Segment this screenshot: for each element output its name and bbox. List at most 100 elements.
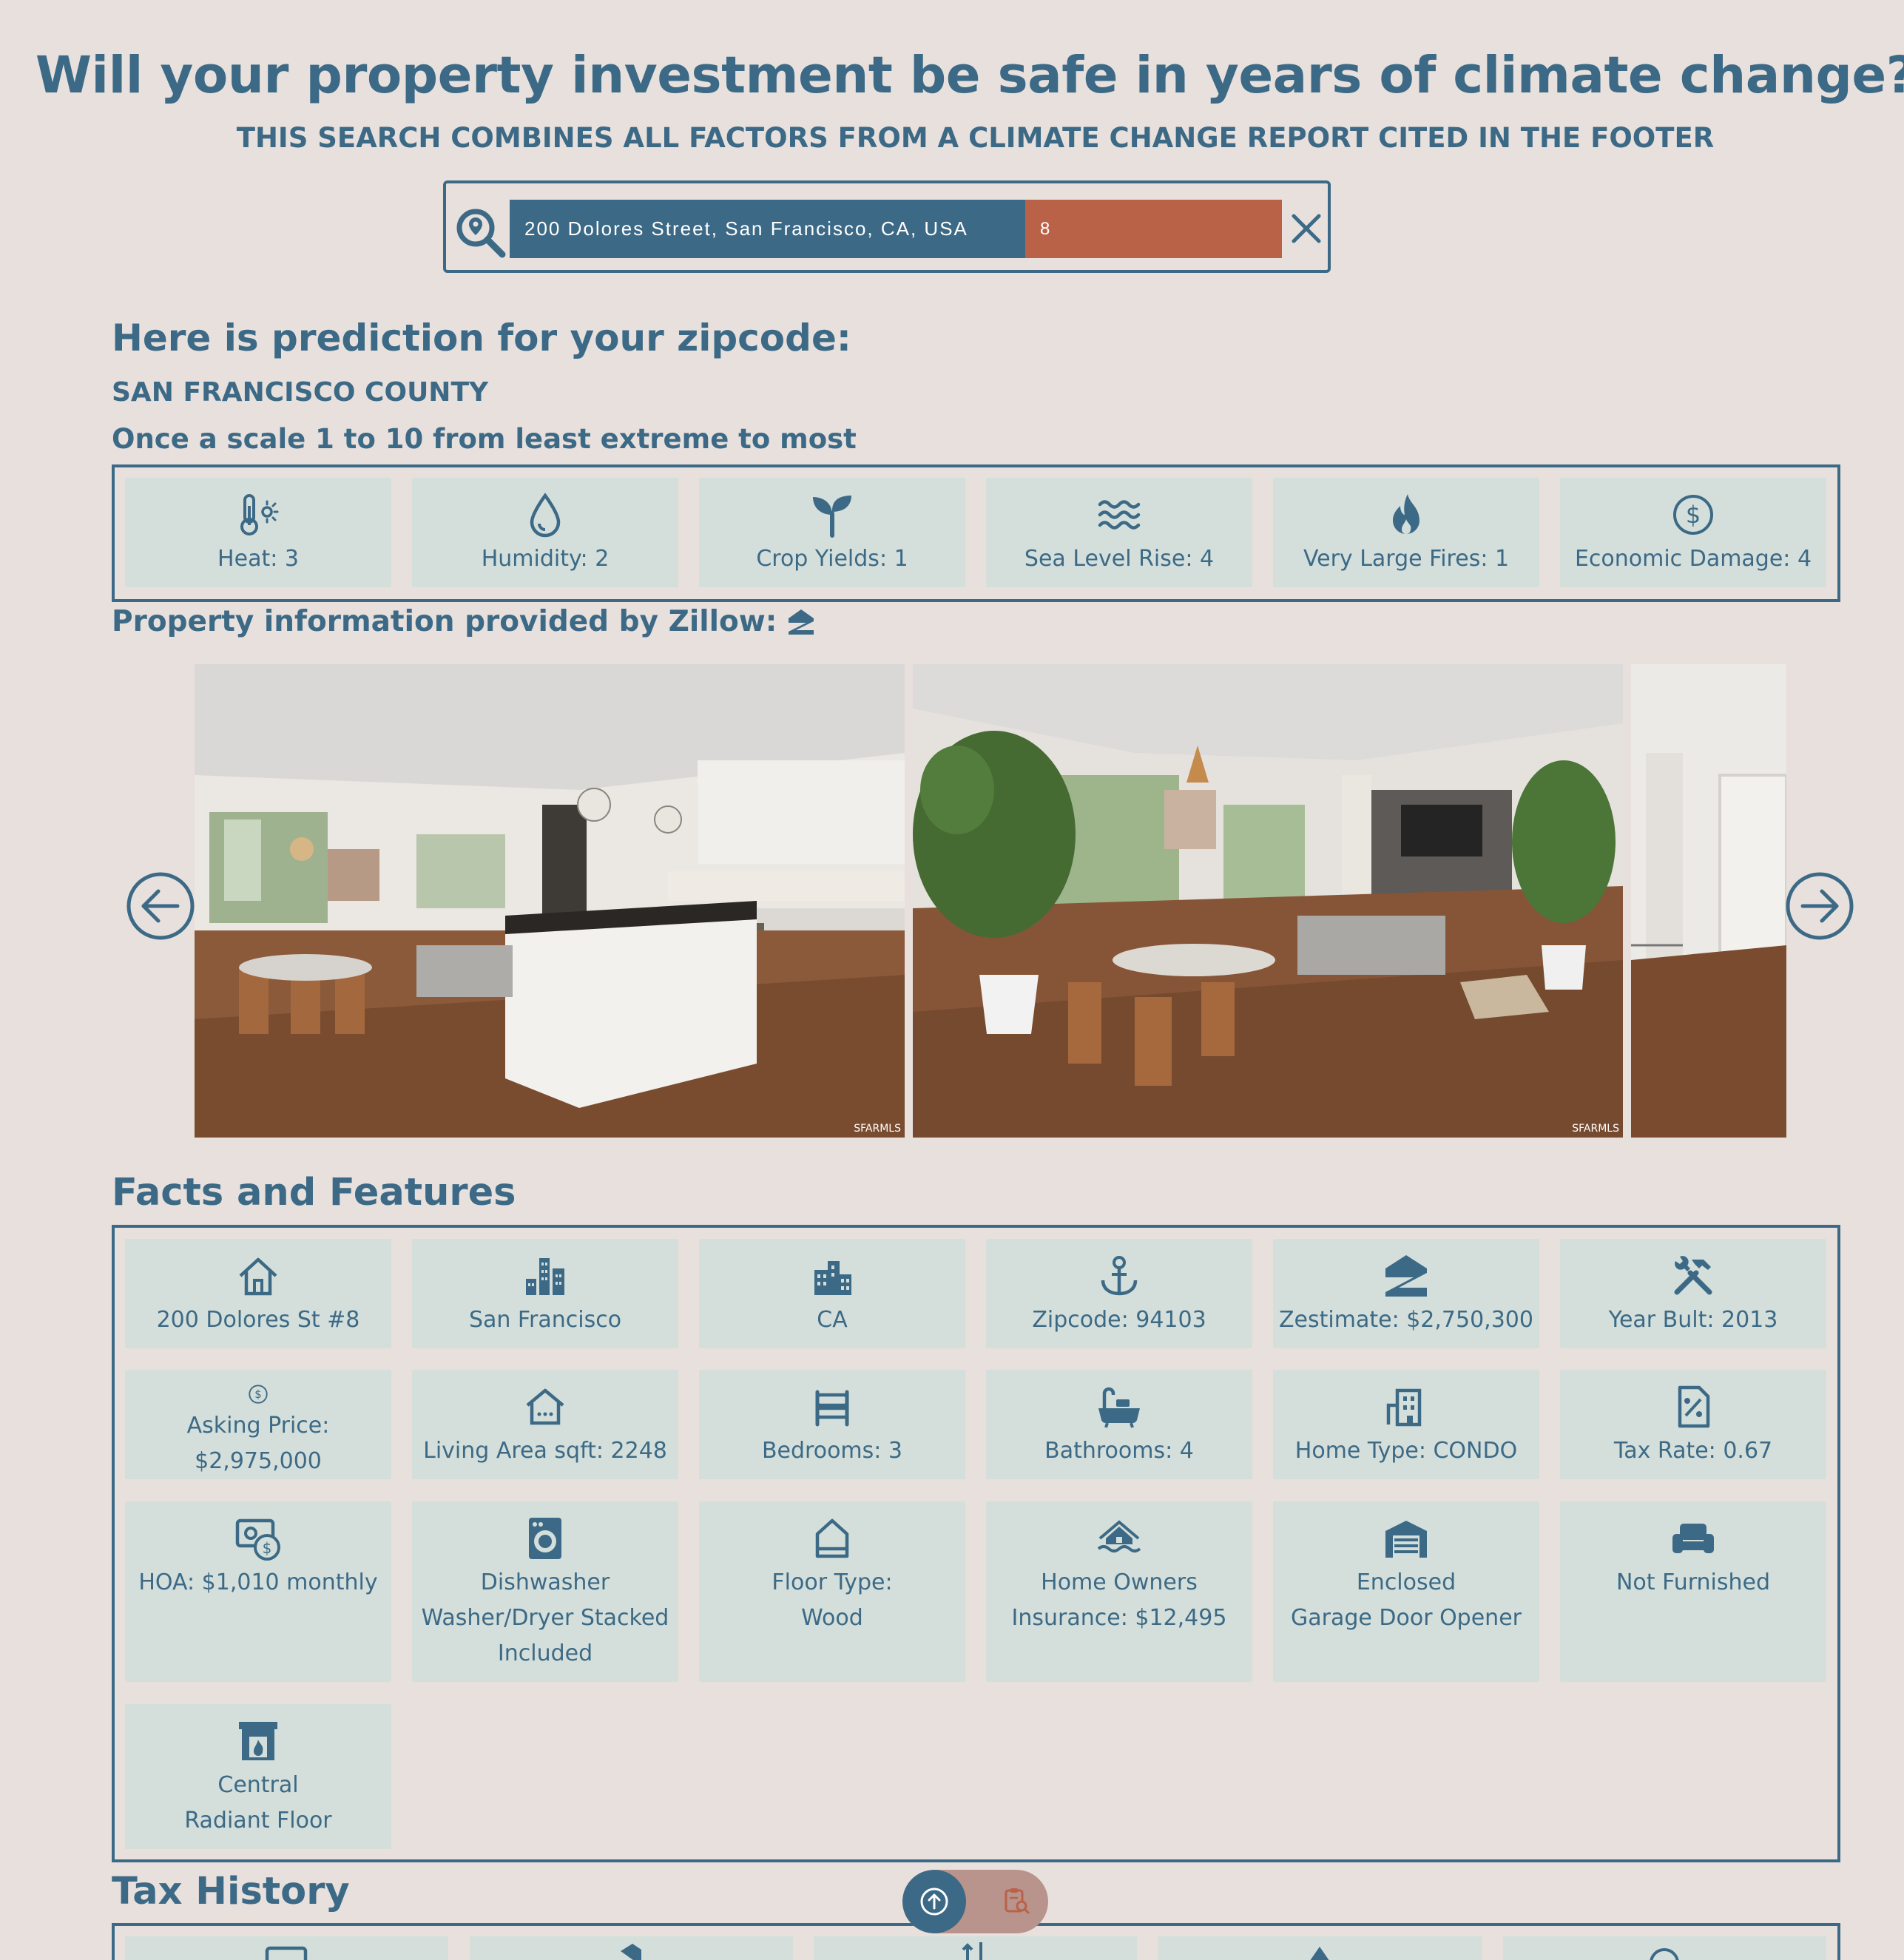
search-bar: 200 Dolores Street, San Francisco, CA, U…	[443, 180, 1331, 273]
clipboard-search-icon[interactable]	[1002, 1886, 1031, 1916]
waves-icon	[1098, 500, 1141, 530]
fact-heating: Central Radiant Floor	[125, 1704, 391, 1849]
couch-icon	[1672, 1524, 1714, 1553]
floating-action-pill	[902, 1870, 1048, 1933]
tax-history-heading: Tax History	[112, 1870, 350, 1913]
house-icon	[239, 1257, 277, 1296]
home-outline-icon	[526, 1388, 564, 1425]
factor-label: Crop Yields: 1	[756, 546, 908, 572]
fact-address: 200 Dolores St #8	[125, 1239, 391, 1348]
tax-tile	[1158, 1936, 1482, 1960]
fact-appliances: Dishwasher Washer/Dryer Stacked Included	[412, 1501, 678, 1682]
fireplace-icon	[239, 1722, 277, 1760]
factor-heat: Heat: 3	[125, 478, 391, 587]
tools-icon	[1674, 1256, 1712, 1295]
svg-text:$: $	[263, 1539, 272, 1557]
fact-label: Not Furnished	[1616, 1569, 1771, 1595]
fact-label: Bedrooms: 3	[761, 1438, 903, 1464]
fact-floor-type: Floor Type: Wood	[699, 1501, 965, 1682]
building-type-icon	[1386, 1388, 1422, 1427]
fact-asking-price: $ Asking Price: $2,975,000	[125, 1370, 391, 1479]
floor-home-icon	[815, 1518, 849, 1558]
fact-label: Bathrooms: 4	[1044, 1438, 1194, 1464]
factor-label: Very Large Fires: 1	[1303, 546, 1510, 572]
page-title: Will your property investment be safe in…	[35, 46, 1904, 105]
close-icon[interactable]	[1289, 212, 1323, 246]
fact-label: HOA: $1,010 monthly	[138, 1569, 378, 1595]
climate-score-field: 8	[1025, 200, 1282, 258]
fact-zestimate: Zestimate: $2,750,300	[1273, 1239, 1539, 1348]
washing-machine-icon	[529, 1518, 561, 1559]
fact-label: Floor Type:	[772, 1569, 893, 1595]
factor-label: Heat: 3	[217, 546, 299, 572]
fact-state: CA	[699, 1239, 965, 1348]
facts-heading: Facts and Features	[112, 1171, 516, 1214]
fact-label: Enclosed	[1356, 1569, 1456, 1595]
fact-label: Included	[497, 1640, 593, 1666]
factor-sea-level-rise: Sea Level Rise: 4	[986, 478, 1252, 587]
address-search-input[interactable]: 200 Dolores Street, San Francisco, CA, U…	[510, 200, 1025, 258]
search-location-icon[interactable]	[453, 206, 507, 259]
fact-label: Wood	[801, 1605, 863, 1631]
fact-label: Home Type: CONDO	[1294, 1438, 1518, 1464]
carousel-next-button[interactable]	[1785, 871, 1854, 941]
fact-label: Living Area sqft: 2248	[423, 1438, 667, 1464]
fact-bedrooms: Bedrooms: 3	[699, 1370, 965, 1479]
factor-very-large-fires: Very Large Fires: 1	[1273, 478, 1539, 587]
scale-note: Once a scale 1 to 10 from least extreme …	[112, 423, 857, 455]
fact-home-type: Home Type: CONDO	[1273, 1370, 1539, 1479]
dollar-circle-icon: $	[249, 1385, 268, 1404]
droplet-icon	[530, 493, 561, 538]
fact-bathrooms: Bathrooms: 4	[986, 1370, 1252, 1479]
tax-tile	[470, 1936, 793, 1960]
fact-label: Home Owners	[1041, 1569, 1198, 1595]
tax-percent-icon	[1678, 1385, 1710, 1428]
thermometer-sun-icon	[240, 494, 279, 535]
fact-label: Washer/Dryer Stacked	[421, 1605, 669, 1631]
factor-economic-damage: $ Economic Damage: 4	[1560, 478, 1826, 587]
sprout-icon	[813, 496, 851, 538]
fact-label: Central	[217, 1772, 299, 1798]
factor-label: Sea Level Rise: 4	[1024, 546, 1215, 572]
factor-label: Economic Damage: 4	[1574, 546, 1812, 572]
fact-label: San Francisco	[468, 1307, 622, 1333]
prediction-heading: Here is prediction for your zipcode:	[112, 317, 851, 359]
calendar-icon	[265, 1946, 308, 1960]
fact-insurance: Home Owners Insurance: $12,495	[986, 1501, 1252, 1682]
hallway-photo[interactable]	[1631, 664, 1786, 1138]
scroll-top-button[interactable]	[902, 1870, 966, 1933]
fact-zipcode: Zipcode: 94103	[986, 1239, 1252, 1348]
carousel-prev-button[interactable]	[126, 871, 195, 941]
fact-living-area: Living Area sqft: 2248	[412, 1370, 678, 1479]
money-bill-icon: $	[235, 1518, 280, 1561]
house-flood-icon	[1097, 1520, 1141, 1552]
zillow-icon	[1385, 1255, 1427, 1297]
fact-tax-rate: Tax Rate: 0.67	[1560, 1370, 1826, 1479]
fact-label: Zestimate: $2,750,300	[1279, 1307, 1533, 1333]
county-label: SAN FRANCISCO COUNTY	[112, 377, 489, 408]
zillow-icon	[789, 609, 814, 635]
watermark: SFARMLS	[854, 1123, 901, 1135]
fact-label: Year Bult: 2013	[1608, 1307, 1778, 1333]
fact-label: Dishwasher	[480, 1569, 610, 1595]
fact-label: Radiant Floor	[184, 1808, 332, 1834]
factor-crop-yields: Crop Yields: 1	[699, 478, 965, 587]
fact-furnished: Not Furnished	[1560, 1501, 1826, 1682]
svg-text:$: $	[1686, 501, 1701, 529]
fact-hoa: $ HOA: $1,010 monthly	[125, 1501, 391, 1682]
fact-year-built: Year Bult: 2013	[1560, 1239, 1826, 1348]
dollar-circle-icon: $	[1673, 495, 1713, 535]
fact-label: Zipcode: 94103	[1032, 1307, 1206, 1333]
home-icon	[1310, 1947, 1329, 1960]
living-room-photo[interactable]: SFARMLS	[913, 664, 1623, 1138]
zillow-heading: Property information provided by Zillow:	[112, 605, 815, 638]
clock-icon	[1650, 1948, 1679, 1960]
fact-city: San Francisco	[412, 1239, 678, 1348]
tax-tile	[814, 1936, 1137, 1960]
anchor-icon	[1101, 1256, 1138, 1296]
fact-label: 200 Dolores St #8	[156, 1307, 360, 1333]
kitchen-photo[interactable]: SFARMLS	[195, 664, 905, 1138]
bed-icon	[815, 1390, 849, 1427]
fact-garage: Enclosed Garage Door Opener	[1273, 1501, 1539, 1682]
factor-humidity: Humidity: 2	[412, 478, 678, 587]
